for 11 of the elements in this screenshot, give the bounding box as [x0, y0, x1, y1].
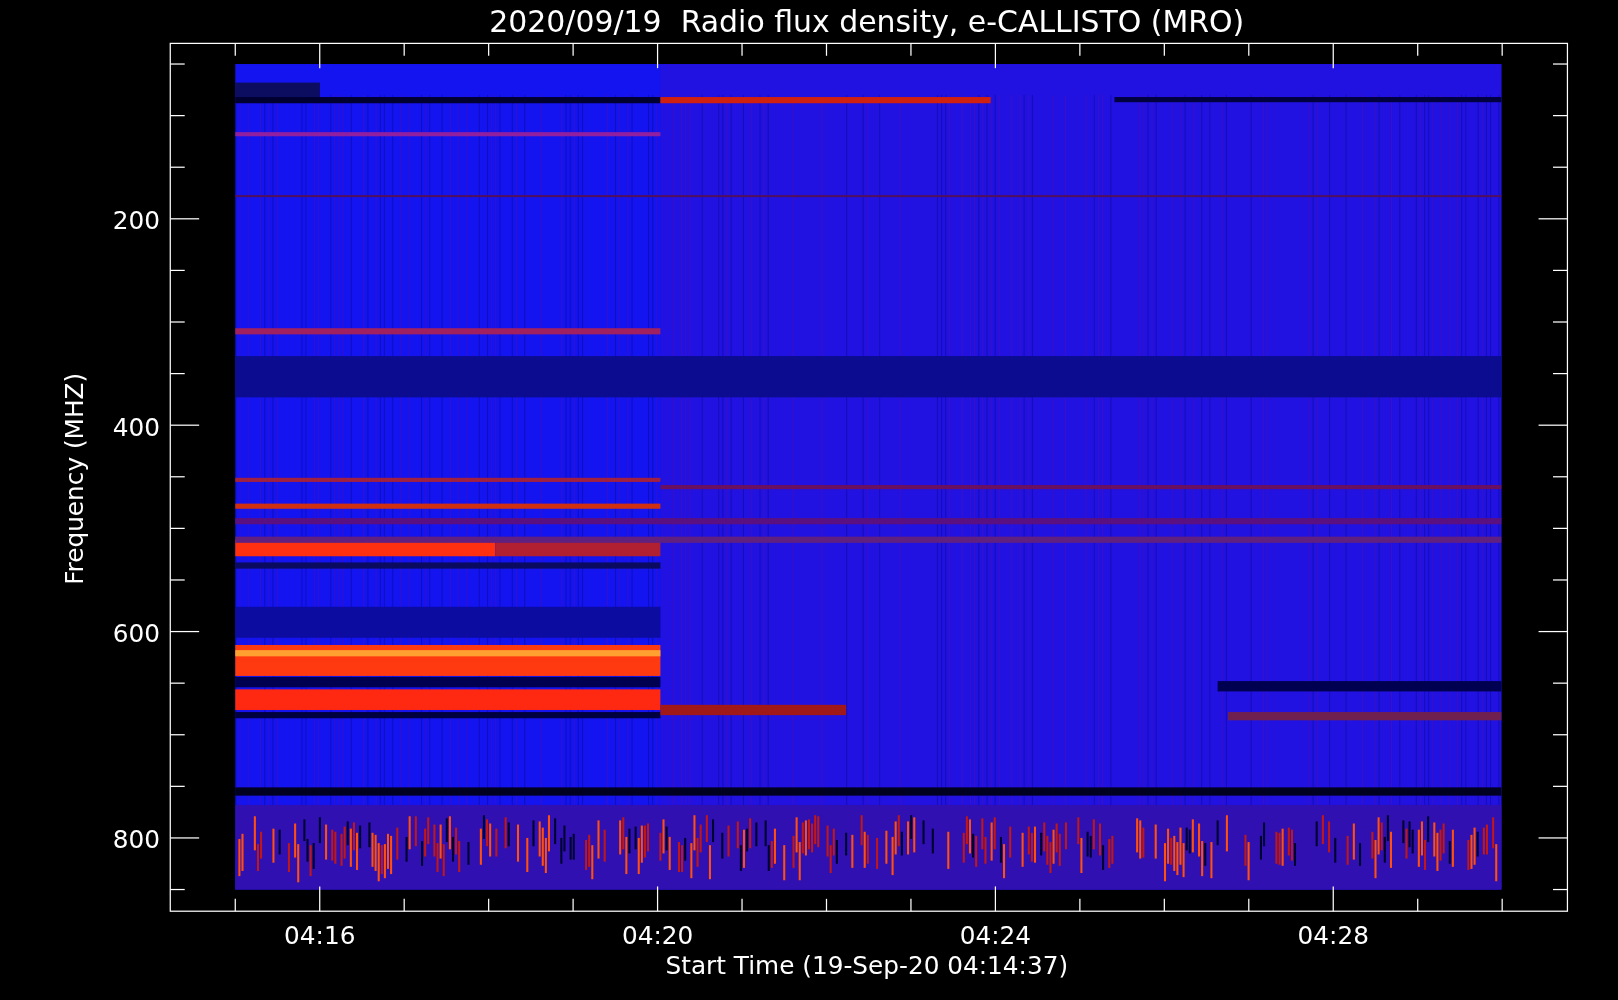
- x-axis-title: Start Time (19-Sep-20 04:14:37): [665, 951, 1069, 981]
- y-tick-label: 600: [112, 618, 160, 648]
- x-tick-label: 04:16: [284, 921, 356, 951]
- y-axis-title: Frequency (MHZ): [59, 372, 89, 585]
- y-tick-label: 400: [112, 412, 160, 442]
- x-tick-label: 04:20: [621, 921, 694, 951]
- chart-title: 2020/09/19 Radio flux density, e-CALLISTO (MRO): [489, 4, 1245, 40]
- x-tick-label: 04:24: [959, 921, 1032, 951]
- y-tick-label: 200: [112, 206, 160, 236]
- y-tick-label: 800: [112, 825, 160, 855]
- x-tick-label: 04:28: [1297, 921, 1369, 951]
